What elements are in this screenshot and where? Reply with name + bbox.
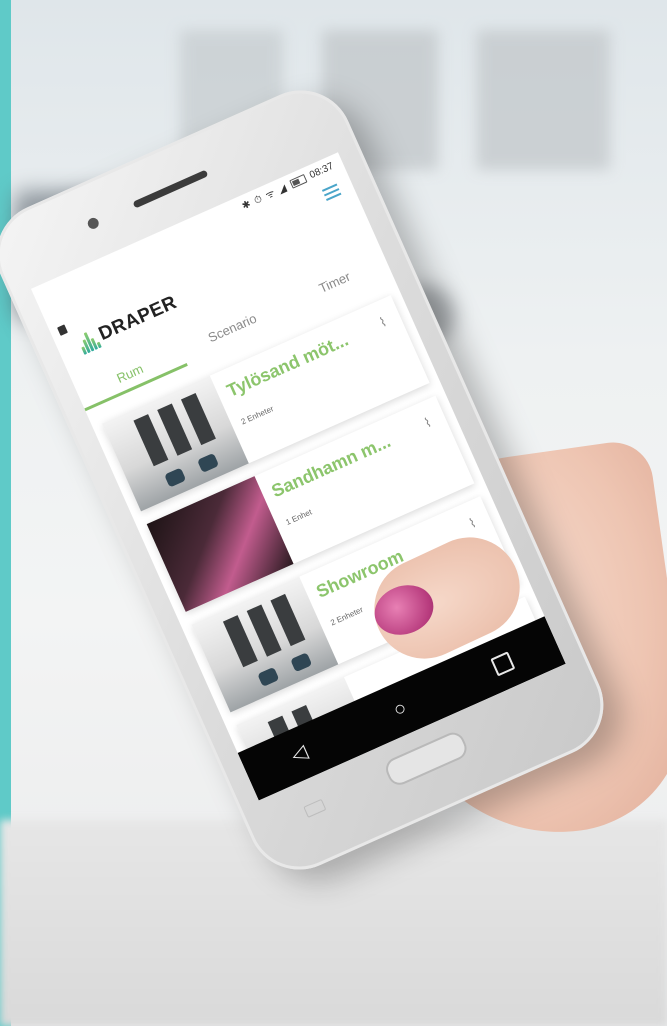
menu-icon[interactable] [321, 183, 342, 201]
battery-icon [289, 173, 308, 189]
home-icon[interactable]: ○ [390, 697, 410, 722]
recent-apps-icon[interactable] [489, 651, 515, 677]
back-icon[interactable]: ◁ [288, 741, 311, 767]
status-icons: ✱ ⏱ ᯤ ◢ [240, 182, 290, 213]
logo-text: DRAPER [95, 291, 181, 345]
status-time: 08:37 [307, 160, 336, 181]
hardware-back-key[interactable] [303, 798, 327, 818]
app-screen: ✱ ⏱ ᯤ ◢ 08:37 DRAPER Rum Scenario Timer [31, 152, 566, 801]
camera [85, 216, 101, 231]
notification-icon [57, 324, 68, 336]
speaker [132, 169, 209, 209]
